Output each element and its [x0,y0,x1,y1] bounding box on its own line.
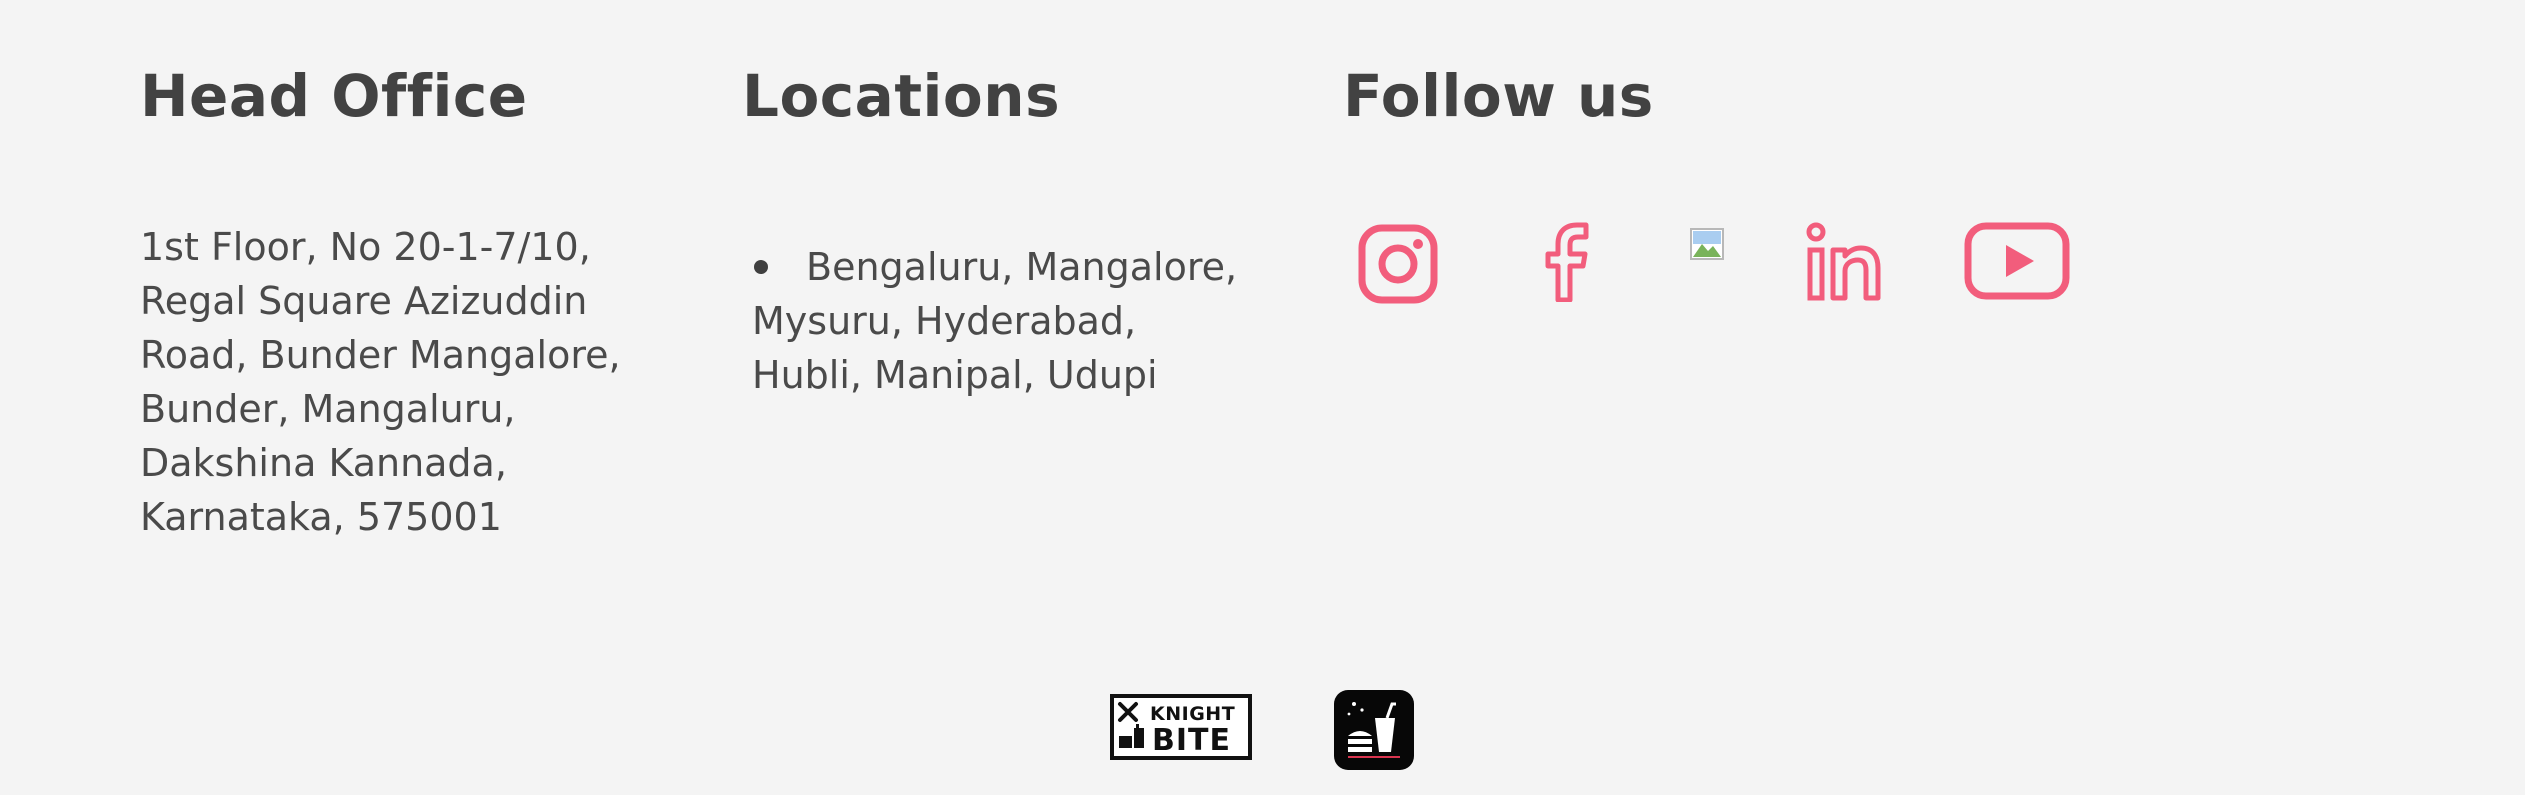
locations-line-text: Bengaluru, Mangalore, [806,245,1238,289]
linkedin-icon[interactable] [1806,222,1882,306]
app-icon[interactable] [1334,690,1414,770]
head-office-heading: Head Office [140,62,528,130]
bullet-icon [754,259,768,274]
address-line: 1st Floor, No 20-1-7/10, [140,225,591,269]
knight-bite-logo[interactable]: KNIGHT BITE [1110,694,1252,760]
address-line: Bunder, Mangaluru, [140,387,516,431]
head-office-address: 1st Floor, No 20-1-7/10, Regal Square Az… [140,220,621,544]
locations-list: Bengaluru, Mangalore, Mysuru, Hyderabad,… [752,240,1237,402]
address-line: Karnataka, 575001 [140,495,502,539]
locations-line: Bengaluru, Mangalore, [752,240,1237,294]
locations-line: Hubli, Manipal, Udupi [752,353,1158,397]
follow-us-heading: Follow us [1343,62,1654,130]
address-line: Road, Bunder Mangalore, [140,333,621,377]
locations-line: Mysuru, Hyderabad, [752,299,1137,343]
address-line: Regal Square Azizuddin [140,279,588,323]
address-line: Dakshina Kannada, [140,441,507,485]
locations-heading: Locations [742,62,1061,130]
instagram-icon[interactable] [1358,224,1438,308]
svg-text:BITE: BITE [1152,723,1231,756]
facebook-icon[interactable] [1540,222,1590,306]
twitter-icon[interactable] [1690,228,1724,264]
svg-text:KNIGHT: KNIGHT [1150,703,1235,725]
youtube-icon[interactable] [1964,222,2070,304]
